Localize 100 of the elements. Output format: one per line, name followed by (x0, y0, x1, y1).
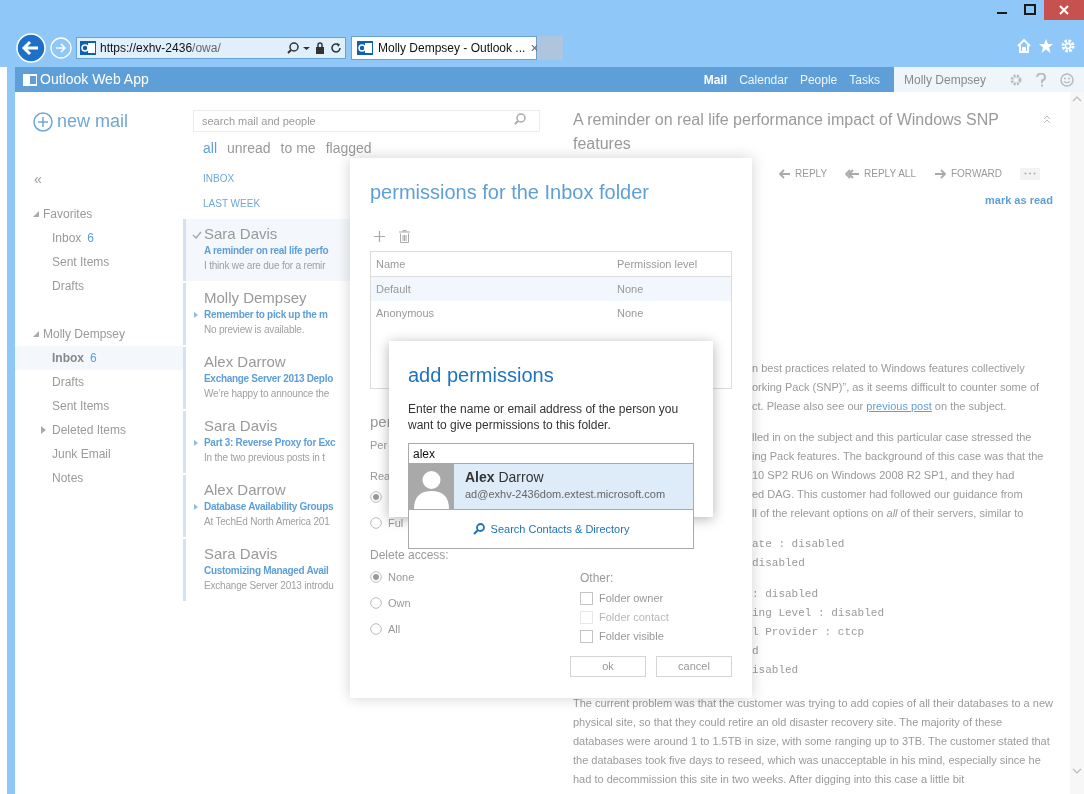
more-button[interactable] (1020, 167, 1041, 180)
sender-name: Alex Darrow (204, 481, 286, 499)
collapse-button[interactable]: « (34, 169, 42, 190)
folder-item[interactable]: Inbox 6 (15, 226, 183, 250)
close-button[interactable] (1044, 0, 1084, 20)
scrollbar[interactable] (1070, 92, 1084, 794)
folder-item[interactable]: Sent Items (15, 250, 183, 274)
scroll-down-icon[interactable] (1072, 768, 1082, 774)
folder-group-header[interactable]: Molly Dempsey (33, 322, 126, 346)
body-text: ed DAG. This customer had followed our guidance from (752, 486, 1023, 502)
folder-item[interactable]: Drafts (15, 370, 183, 394)
message-title: A reminder on real life performance impact of Windows SNP features (573, 110, 1000, 154)
outlook-favicon-icon (80, 40, 96, 56)
instruction-text: Enter the name or email address of the person you want to give permissions to this folder. (408, 401, 680, 433)
filter-tab[interactable]: unread (227, 138, 271, 159)
nav-tab[interactable]: People (799, 70, 838, 89)
nav-tab[interactable]: Calendar (739, 70, 788, 89)
settings-icon[interactable] (1010, 73, 1022, 86)
body-text: n best practices related to Windows features collectively (752, 360, 1025, 376)
address-bar[interactable]: https://exhv-2436/owa/ (76, 37, 346, 59)
forward-button[interactable] (50, 37, 72, 59)
message-preview: At TechEd North America 201 (204, 515, 330, 529)
new-tab-button[interactable] (537, 36, 563, 60)
scroll-up-icon[interactable] (1072, 96, 1082, 102)
section-heading: per (370, 412, 392, 432)
checkmark-icon (192, 231, 202, 239)
tab-title: Molly Dempsey - Outlook ... (378, 40, 526, 57)
home-icon[interactable] (1016, 38, 1032, 54)
message-item[interactable]: Sara Davis A reminder on real life perfo I think we are due for a remir (183, 219, 350, 281)
new-mail-button[interactable]: new mail (33, 108, 129, 135)
close-icon[interactable] (1059, 5, 1069, 15)
folder-item[interactable]: Sent Items (15, 394, 183, 418)
arrow-left-icon (778, 167, 791, 180)
body-text: orking Pack (SNP)”, as it seems difficult to counter some of (752, 379, 1040, 395)
folder-item[interactable]: Drafts (15, 274, 183, 298)
smiley-icon[interactable] (1060, 72, 1074, 87)
filter-tab[interactable]: all (203, 138, 217, 159)
search-directory-link[interactable]: Search Contacts & Directory (490, 520, 630, 538)
collapse-icon[interactable] (1043, 114, 1051, 124)
folder-item[interactable]: Inbox 6 (15, 346, 183, 370)
table-row[interactable]: Anonymous None (371, 301, 731, 325)
dialog-button[interactable]: cancel (656, 656, 732, 677)
radio-icon[interactable] (370, 623, 382, 635)
checkbox[interactable] (580, 630, 593, 643)
mark-as-read-link[interactable]: mark as read (985, 192, 1053, 209)
radio-icon[interactable] (370, 597, 382, 609)
dialog-button[interactable]: ok (570, 656, 646, 677)
code-line: d (752, 643, 759, 659)
radio-checked-icon[interactable] (370, 571, 382, 583)
sender-name: Molly Dempsey (204, 289, 307, 307)
contact-email: ad@exhv-2436dom.extest.microsoft.com (465, 487, 666, 502)
folder-group-header[interactable]: Favorites (33, 202, 93, 226)
body-text: ll of the relevant options on all of their servers, similar to (752, 505, 1024, 521)
expanded-arrow-icon (33, 331, 39, 337)
help-icon[interactable] (1036, 72, 1046, 87)
suggestion-item[interactable]: Alex Darrow ad@exhv-2436dom.extest.microsoft.com (409, 464, 693, 510)
table-row[interactable]: Default None (371, 277, 731, 301)
action-button[interactable]: FORWARD (933, 166, 1003, 181)
checkbox[interactable] (580, 592, 593, 605)
code-line: l Provider : ctcp (752, 624, 865, 640)
plus-icon (33, 111, 53, 132)
nav-tab[interactable]: Mail (703, 70, 728, 89)
message-subject: Part 3: Reverse Proxy for Exc (204, 436, 336, 450)
nav-tab[interactable]: Tasks (849, 70, 880, 89)
lock-icon[interactable] (314, 42, 326, 54)
message-preview: I think we are due for a remir (204, 259, 326, 273)
field-label: Per (370, 438, 388, 453)
refresh-icon[interactable] (330, 42, 342, 54)
radio-icon[interactable] (370, 517, 382, 529)
code-line: disabled (752, 555, 805, 571)
user-menu[interactable]: Molly Dempsey (903, 70, 986, 89)
filter-tab[interactable]: to me (280, 138, 316, 159)
action-button[interactable]: REPLY (778, 166, 828, 181)
sender-name: Sara Davis (204, 225, 278, 243)
trash-icon[interactable] (399, 230, 410, 243)
filter-tab[interactable]: flagged (325, 138, 372, 159)
message-subject: Exchange Server 2013 Deplo (204, 372, 333, 386)
search-icon[interactable] (472, 523, 485, 535)
text-link[interactable]: previous post (866, 399, 932, 412)
back-button[interactable] (16, 33, 46, 63)
search-icon[interactable] (287, 42, 299, 54)
code-line: ing Level : disabled (752, 605, 885, 621)
unread-count: 6 (87, 230, 95, 247)
option-label: Folder owner (599, 591, 664, 607)
folder-item[interactable]: Notes (15, 466, 183, 490)
arrow-right-icon (933, 167, 947, 180)
column-header: Permission level (617, 256, 698, 272)
outlook-favicon-icon (357, 40, 373, 56)
message-preview: No preview is available. (204, 323, 305, 337)
add-icon[interactable] (374, 231, 385, 242)
outlook-logo-icon (23, 72, 37, 87)
action-button[interactable]: REPLY ALL (845, 166, 916, 181)
expanded-arrow-icon (33, 211, 39, 217)
star-icon[interactable] (1038, 38, 1054, 54)
sender-name: Alex Darrow (204, 353, 286, 371)
folder-item[interactable]: Junk Email (15, 442, 183, 466)
radio-checked-icon[interactable] (370, 491, 382, 503)
search-field[interactable]: search mail and people (193, 110, 540, 132)
message-preview: We’re happy to announce the (204, 387, 330, 401)
folder-item[interactable]: Deleted Items (15, 418, 183, 442)
